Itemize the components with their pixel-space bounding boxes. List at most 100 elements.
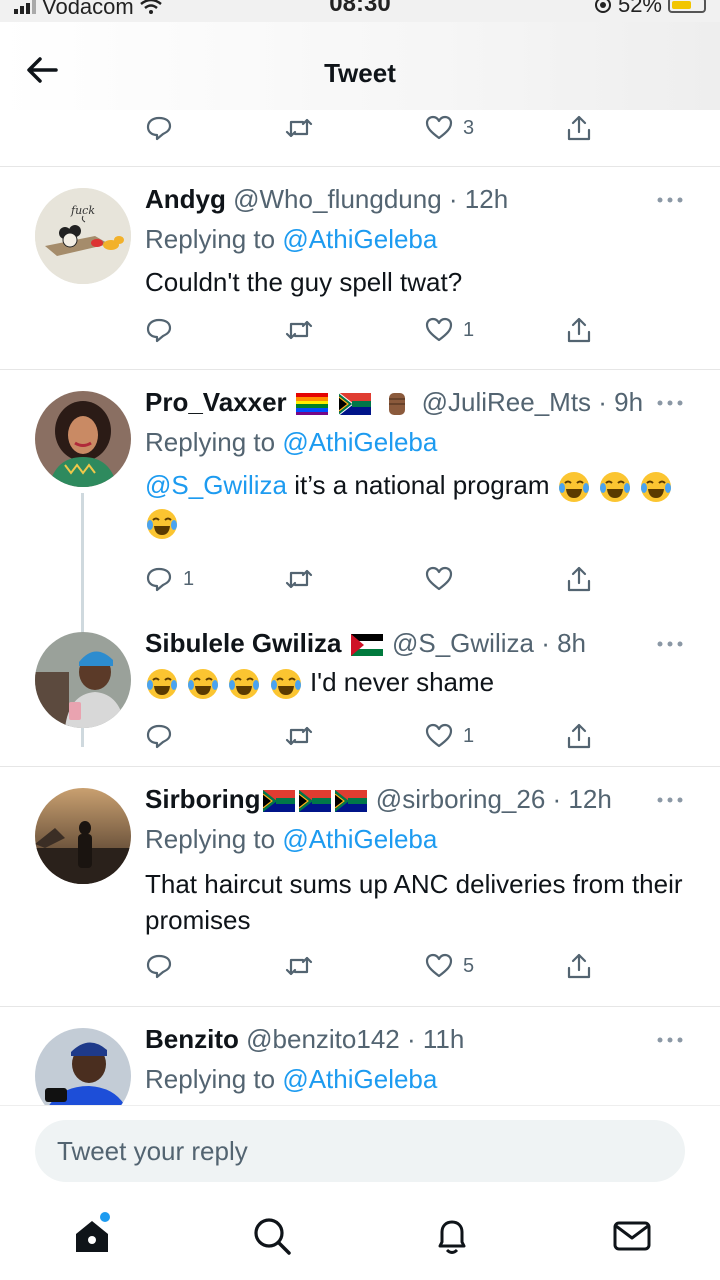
tweet-actions: 5 (145, 952, 605, 986)
raised-fist-icon (389, 393, 406, 416)
display-name[interactable]: Benzito (145, 1024, 239, 1054)
battery-percent: 52% (617, 0, 662, 17)
replying-mention[interactable]: @AthiGeleba (282, 824, 437, 854)
display-name[interactable]: Sirboring (145, 784, 261, 814)
tweet-time: · 12h (552, 784, 612, 814)
search-icon[interactable] (250, 1214, 294, 1258)
share-button[interactable] (565, 316, 593, 344)
avatar-image (35, 632, 131, 728)
avatar[interactable] (35, 632, 131, 728)
reply-icon (146, 318, 172, 343)
more-options-icon[interactable] (656, 398, 684, 408)
reply-icon (146, 567, 172, 592)
like-button[interactable] (425, 565, 453, 593)
tears-of-joy-emoji (188, 669, 219, 700)
rainbow-flag-icon (295, 393, 328, 416)
avatar[interactable]: fuck (35, 188, 131, 284)
tweet-header: Benzito @benzito142 · 11h (145, 1024, 464, 1055)
user-handle[interactable]: @benzito142 (246, 1024, 400, 1054)
display-name[interactable]: Andyg (145, 184, 226, 214)
replying-mention[interactable]: @AthiGeleba (282, 427, 437, 457)
heart-icon (425, 723, 453, 748)
messages-icon[interactable] (610, 1214, 654, 1258)
avatar-image (35, 788, 131, 884)
reply-count: 1 (183, 567, 195, 590)
tweet-time: · 12h (448, 184, 509, 214)
battery-status: 52% (594, 0, 706, 18)
more-options-icon[interactable] (656, 1035, 684, 1045)
reply-composer: Tweet your reply (0, 1105, 720, 1200)
tweet-header: Sirboring @sirboring_26 · 12h (145, 784, 612, 815)
replying-to: Replying to @AthiGeleba (145, 427, 437, 458)
like-count: 1 (463, 724, 475, 747)
share-button[interactable] (565, 722, 593, 750)
replying-to: Replying to @AthiGeleba (145, 224, 437, 255)
retweet-button[interactable] (285, 565, 313, 593)
reply-icon (146, 724, 172, 749)
retweet-button[interactable] (285, 952, 313, 980)
like-button[interactable]: 1 (425, 316, 474, 344)
reply-feed[interactable]: 3 fuck Andyg @Who_flungdung · 12h Replyi… (0, 110, 720, 1105)
more-options-icon[interactable] (656, 195, 684, 205)
svg-text:fuck: fuck (70, 204, 95, 217)
user-handle[interactable]: @JuliRee_Mts (422, 387, 591, 417)
retweet-button[interactable] (285, 316, 313, 344)
divider (0, 1006, 720, 1007)
reply-button[interactable] (145, 952, 173, 980)
share-icon (567, 566, 591, 592)
palestine-flag-icon (350, 634, 383, 657)
reply-input[interactable]: Tweet your reply (35, 1120, 685, 1182)
south-africa-flag-icon (334, 790, 367, 813)
more-options-icon[interactable] (656, 795, 684, 805)
tears-of-joy-emoji (600, 472, 631, 503)
tears-of-joy-emoji (147, 509, 177, 540)
share-icon (567, 317, 591, 343)
tears-of-joy-emoji (147, 669, 177, 700)
share-icon (567, 115, 591, 141)
south-africa-flag-icon (339, 393, 372, 416)
replying-label: Replying to (145, 824, 283, 854)
display-name[interactable]: Pro_Vaxxer (145, 387, 287, 417)
retweet-icon (285, 569, 313, 589)
reply-button[interactable] (145, 722, 173, 750)
like-button[interactable]: 3 (425, 114, 474, 142)
user-handle[interactable]: @S_Gwiliza (392, 628, 534, 658)
reply-button[interactable] (145, 316, 173, 344)
reply-placeholder: Tweet your reply (57, 1136, 248, 1166)
reply-button[interactable]: 1 (145, 565, 194, 593)
like-count: 1 (463, 318, 475, 341)
share-icon (567, 723, 591, 749)
like-button[interactable]: 1 (425, 722, 474, 750)
avatar[interactable] (35, 788, 131, 884)
avatar[interactable] (35, 1028, 131, 1105)
replying-mention[interactable]: @AthiGeleba (282, 1064, 437, 1094)
tweet-body: it’s a national program (286, 470, 550, 500)
retweet-button[interactable] (285, 114, 313, 142)
tweet-actions: 3 (145, 114, 605, 148)
tweet-actions: 1 (145, 722, 605, 756)
tears-of-joy-emoji (229, 669, 260, 700)
user-handle[interactable]: @sirboring_26 (376, 784, 545, 814)
tears-of-joy-emoji (270, 669, 301, 700)
share-button[interactable] (565, 952, 593, 980)
share-icon (567, 953, 591, 979)
like-button[interactable]: 5 (425, 952, 474, 980)
user-handle[interactable]: @Who_flungdung (233, 184, 442, 214)
retweet-button[interactable] (285, 722, 313, 750)
home-notification-dot (100, 1212, 110, 1222)
tweet-header: Sibulele Gwiliza @S_Gwiliza · 8h (145, 628, 586, 659)
avatar[interactable] (35, 391, 131, 487)
tweet-mention[interactable]: @S_Gwiliza (145, 470, 287, 500)
replying-mention[interactable]: @AthiGeleba (282, 224, 437, 254)
like-count: 3 (463, 116, 475, 139)
reply-icon (146, 116, 172, 141)
reply-button[interactable] (145, 114, 173, 142)
display-name[interactable]: Sibulele Gwiliza (145, 628, 342, 658)
more-options-icon[interactable] (656, 639, 684, 649)
share-button[interactable] (565, 565, 593, 593)
share-button[interactable] (565, 114, 593, 142)
avatar-image (35, 391, 131, 487)
replying-label: Replying to (145, 1064, 283, 1094)
notifications-icon[interactable] (430, 1214, 474, 1258)
tweet-header: Andyg @Who_flungdung · 12h (145, 184, 508, 215)
